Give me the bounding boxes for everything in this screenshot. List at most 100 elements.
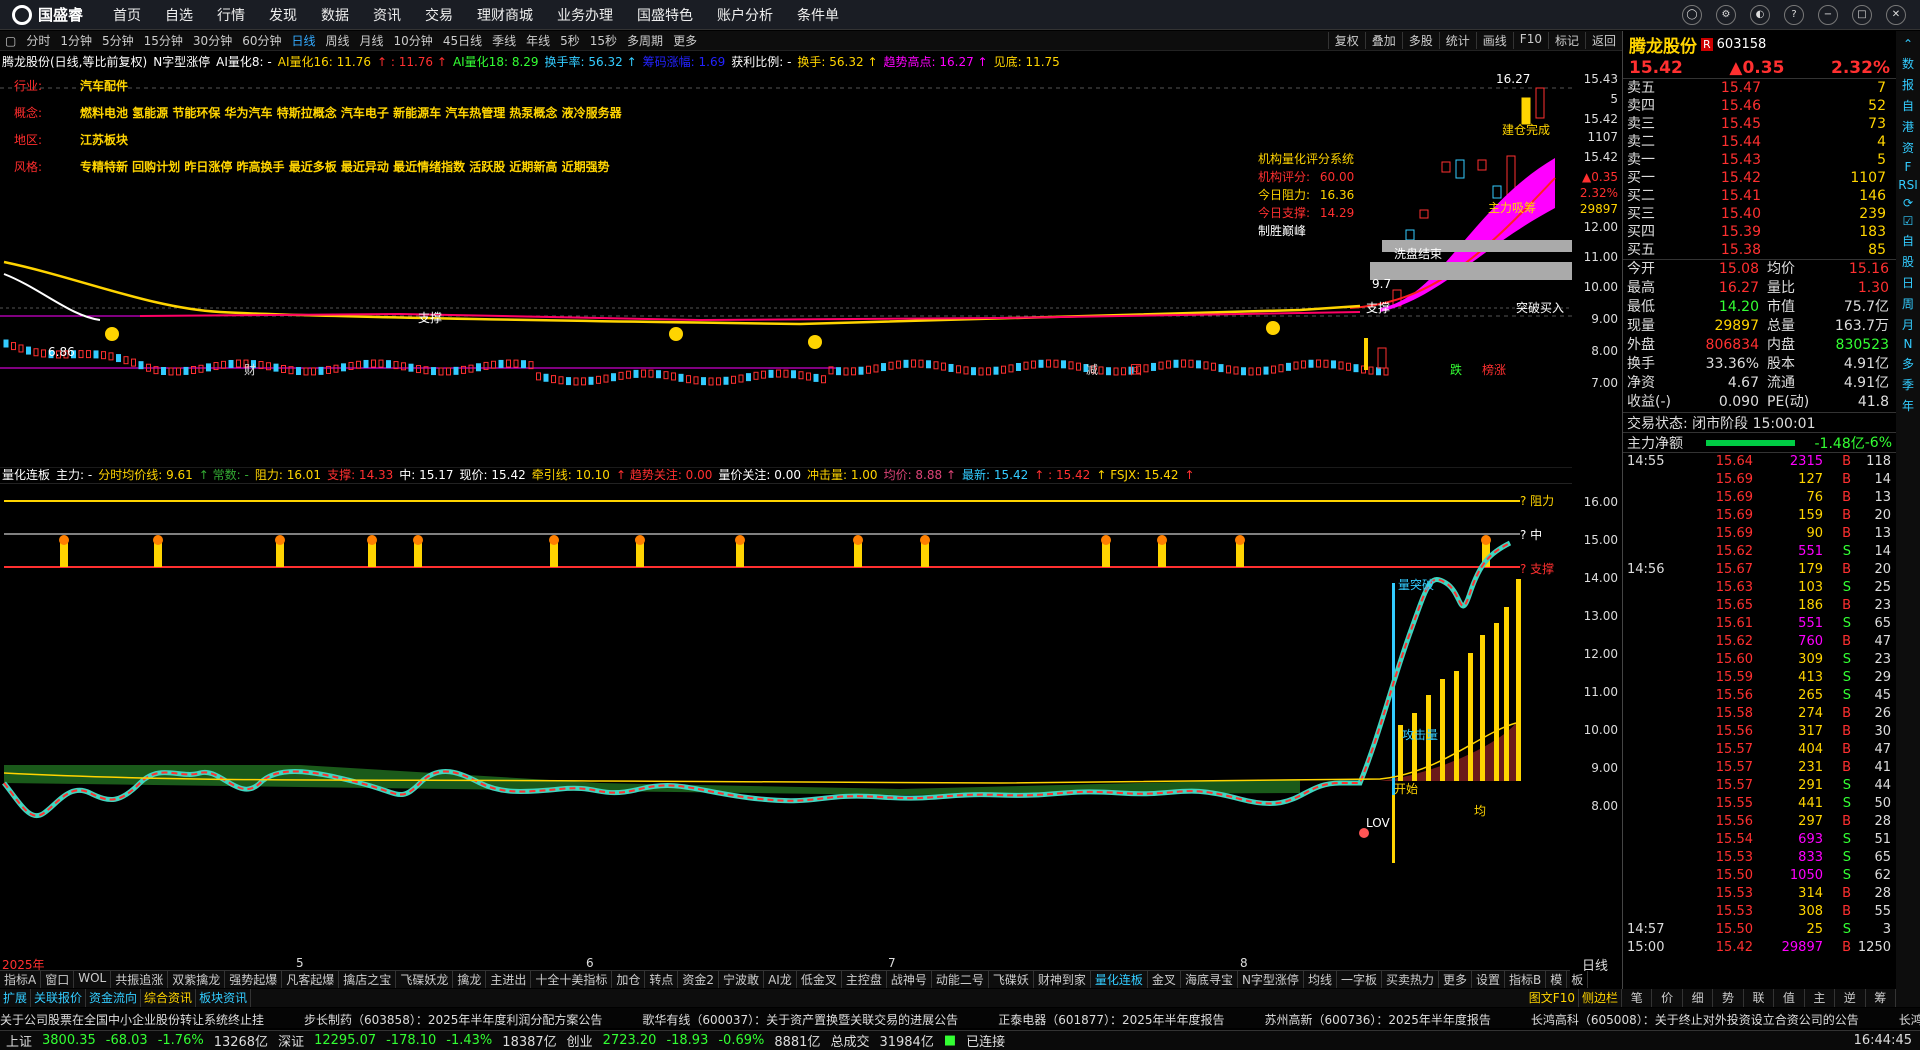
sz-label[interactable]: 深证: [278, 1031, 304, 1050]
tool-button-3[interactable]: 统计: [1438, 32, 1476, 49]
period-tab-0[interactable]: 分时: [21, 32, 55, 49]
sidebar-item[interactable]: 数: [1902, 55, 1914, 72]
indicator-extra-tab[interactable]: 模: [1546, 971, 1568, 988]
indicator-tab[interactable]: 飞碟妖龙: [396, 971, 454, 988]
period-tab-3[interactable]: 15分钟: [139, 32, 188, 49]
app-logo[interactable]: 国盛睿: [0, 4, 101, 25]
indicator-tab[interactable]: 财神到家: [1034, 971, 1091, 988]
period-tab-5[interactable]: 60分钟: [237, 32, 286, 49]
quote-tab[interactable]: 值: [1774, 989, 1805, 1007]
info-extra-tab[interactable]: 侧边栏: [1579, 989, 1622, 1007]
quote-tab[interactable]: 逆: [1835, 989, 1866, 1007]
sidebar-item[interactable]: 自: [1902, 97, 1914, 114]
info-extra-tab[interactable]: 图文F10: [1526, 989, 1579, 1007]
indicator-tab[interactable]: 双紫擒龙: [168, 971, 226, 988]
sidebar-item[interactable]: 日: [1902, 274, 1914, 291]
minimize-icon[interactable]: −: [1818, 4, 1838, 25]
menu-item-2[interactable]: 行情: [205, 5, 257, 25]
sidebar-item[interactable]: ⟳: [1903, 196, 1913, 210]
indicator-tab[interactable]: N字型涨停: [1238, 971, 1304, 988]
period-tab-9[interactable]: 10分钟: [389, 32, 438, 49]
ticker-item[interactable]: 关于公司股票在全国中小企业股份转让系统终止挂: [0, 1011, 264, 1028]
quote-tab[interactable]: 价: [1652, 989, 1683, 1007]
indicator-tab[interactable]: 资金2: [678, 971, 720, 988]
settings-icon[interactable]: ⚙: [1716, 4, 1736, 25]
tool-button-4[interactable]: 画线: [1475, 32, 1513, 49]
period-tab-4[interactable]: 30分钟: [188, 32, 237, 49]
menu-item-11[interactable]: 条件单: [785, 5, 851, 25]
menu-item-6[interactable]: 交易: [413, 5, 465, 25]
indicator-tab[interactable]: 均线: [1304, 971, 1337, 988]
tool-button-5[interactable]: F10: [1512, 32, 1548, 49]
indicator-tab[interactable]: 一字板: [1337, 971, 1382, 988]
indicator-tab[interactable]: 金叉: [1148, 971, 1181, 988]
tool-button-2[interactable]: 多股: [1401, 32, 1439, 49]
sidebar-item[interactable]: 港: [1902, 118, 1914, 135]
sidebar-item[interactable]: N: [1904, 337, 1913, 351]
indicator-tab[interactable]: 十全十美指标: [531, 971, 613, 988]
info-tab[interactable]: 综合资讯: [141, 989, 197, 1007]
quote-tab[interactable]: 联: [1744, 989, 1775, 1007]
help-icon[interactable]: ?: [1784, 4, 1804, 25]
sidebar-item[interactable]: 资: [1902, 139, 1914, 156]
indicator-tab[interactable]: 强势起爆: [225, 971, 283, 988]
info-tab[interactable]: 资金流向: [86, 989, 142, 1007]
period-tab-10[interactable]: 45日线: [438, 32, 487, 49]
sidebar-item[interactable]: 年: [1902, 397, 1914, 414]
sidebar-item[interactable]: 股: [1902, 253, 1914, 270]
indicator-tab[interactable]: 宁波敢: [719, 971, 765, 988]
sidebar-item[interactable]: F: [1905, 160, 1912, 174]
quote-tab[interactable]: 势: [1713, 989, 1744, 1007]
quote-tab[interactable]: 主: [1805, 989, 1836, 1007]
info-tab[interactable]: 板块资讯: [196, 989, 252, 1007]
indicator-tab[interactable]: 主进出: [486, 971, 532, 988]
period-tab-1[interactable]: 1分钟: [55, 32, 97, 49]
indicator-tab[interactable]: WOL: [74, 971, 112, 988]
sidebar-item[interactable]: 报: [1902, 76, 1914, 93]
period-tab-16[interactable]: 更多: [668, 32, 702, 49]
menu-item-7[interactable]: 理财商城: [465, 5, 545, 25]
sidebar-item[interactable]: 季: [1902, 376, 1914, 393]
indicator-tab[interactable]: 低金叉: [797, 971, 842, 988]
layout-toggle-icon[interactable]: ▢: [0, 34, 21, 48]
period-tab-14[interactable]: 15秒: [585, 32, 622, 49]
quote-tab[interactable]: 笔: [1622, 989, 1653, 1007]
period-tab-12[interactable]: 年线: [521, 32, 555, 49]
period-tab-7[interactable]: 周线: [321, 32, 355, 49]
menu-item-0[interactable]: 首页: [101, 5, 153, 25]
indicator-tab[interactable]: 设置: [1472, 971, 1506, 988]
period-tab-6[interactable]: 日线: [286, 32, 320, 49]
indicator-tab[interactable]: 擒店之宝: [339, 971, 397, 988]
ticker-item[interactable]: 步长制药（603858）：2025年半年度利润分配方案公告: [304, 1011, 602, 1028]
cy-label[interactable]: 创业: [567, 1031, 593, 1050]
indicator-tab[interactable]: 动能二号: [932, 971, 989, 988]
indicator-tab[interactable]: 加仓: [612, 971, 646, 988]
indicator-tab[interactable]: 凡客起爆: [282, 971, 340, 988]
quote-tab[interactable]: 筹: [1866, 989, 1896, 1007]
indicator-tab[interactable]: 指标A: [0, 971, 42, 988]
quote-tab[interactable]: 细: [1683, 989, 1714, 1007]
menu-item-5[interactable]: 资讯: [361, 5, 413, 25]
message-icon[interactable]: ◯: [1682, 4, 1702, 25]
indicator-chart[interactable]: ? 阻力 ? 中 ? 支撑量突破攻击量开始均 LOV: [0, 483, 1572, 959]
close-icon[interactable]: ✕: [1886, 4, 1906, 25]
maximize-icon[interactable]: □: [1852, 4, 1872, 25]
period-tab-13[interactable]: 5秒: [555, 32, 585, 49]
tool-button-0[interactable]: 复权: [1327, 32, 1365, 49]
indicator-tab[interactable]: AI龙: [764, 971, 797, 988]
indicator-tab[interactable]: 飞碟妖: [989, 971, 1034, 988]
indicator-extra-tab[interactable]: 指标B: [1505, 971, 1547, 988]
period-tab-15[interactable]: 多周期: [622, 32, 668, 49]
ticker-item[interactable]: 长鸿高科（605008）：关于终止对外投资设立合资公司的公告: [1531, 1011, 1859, 1028]
menu-item-8[interactable]: 业务办理: [545, 5, 625, 25]
sidebar-item[interactable]: 多: [1902, 355, 1914, 372]
indicator-tab[interactable]: 主控盘: [842, 971, 887, 988]
indicator-tab[interactable]: 量化连板: [1091, 971, 1148, 988]
sidebar-item[interactable]: 月: [1902, 316, 1914, 333]
info-tab[interactable]: 关联报价: [31, 989, 87, 1007]
indicator-tab[interactable]: 共振追涨: [111, 971, 169, 988]
menu-item-1[interactable]: 自选: [153, 5, 205, 25]
indicator-extra-tab[interactable]: 板: [1567, 971, 1589, 988]
ticker-item[interactable]: 长鸿高: [1899, 1011, 1920, 1028]
indicator-tab[interactable]: 转点: [645, 971, 679, 988]
